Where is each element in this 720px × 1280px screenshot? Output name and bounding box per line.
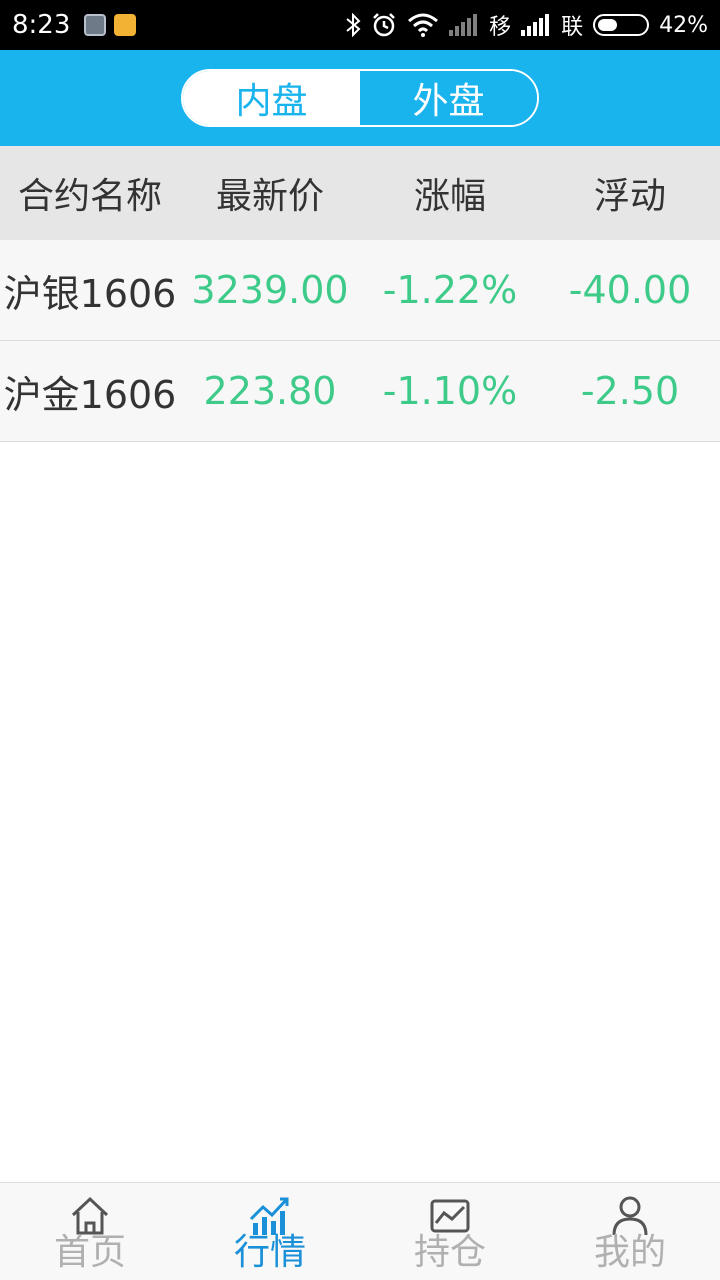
wifi-icon bbox=[408, 13, 439, 37]
column-header-float: 浮动 bbox=[593, 176, 666, 217]
latest-price: 3239.00 bbox=[191, 268, 349, 312]
nav-market[interactable]: 行情 bbox=[180, 1183, 360, 1280]
column-header-change: 涨幅 bbox=[413, 176, 486, 217]
table-row[interactable]: 沪金1606 223.80 -1.10% -2.50 bbox=[0, 341, 720, 442]
nav-positions[interactable]: 持仓 bbox=[360, 1183, 540, 1280]
notification-app-icon bbox=[84, 14, 107, 36]
column-header-name: 合约名称 bbox=[17, 176, 162, 217]
contract-name: 沪金1606 bbox=[3, 372, 177, 417]
contract-name: 沪银1606 bbox=[3, 271, 177, 316]
change-percent: -1.22% bbox=[382, 268, 518, 312]
nav-profile-label: 我的 bbox=[593, 1232, 666, 1273]
status-time: 8:23 bbox=[12, 10, 71, 40]
notification-game-icon bbox=[114, 14, 137, 36]
nav-home[interactable]: 首页 bbox=[0, 1183, 180, 1280]
signal-icon bbox=[449, 14, 479, 36]
table-row[interactable]: 沪银1606 3239.00 -1.22% -40.00 bbox=[0, 240, 720, 341]
nav-market-label: 行情 bbox=[233, 1232, 306, 1273]
nav-positions-label: 持仓 bbox=[413, 1232, 486, 1273]
battery-icon bbox=[593, 14, 650, 36]
change-percent: -1.10% bbox=[382, 369, 518, 413]
bottom-nav: 首页 行情 持仓 我的 bbox=[0, 1182, 720, 1280]
table-header: 合约名称 最新价 涨幅 浮动 bbox=[0, 146, 720, 240]
battery-fill bbox=[598, 19, 618, 31]
alarm-icon bbox=[373, 13, 395, 37]
column-header-price: 最新价 bbox=[215, 176, 324, 217]
battery-percent: 42% bbox=[659, 12, 708, 38]
tab-domestic[interactable]: 内盘 bbox=[183, 71, 360, 125]
tab-foreign[interactable]: 外盘 bbox=[360, 71, 537, 125]
carrier-1: 移 bbox=[489, 15, 512, 40]
float-value: -40.00 bbox=[568, 268, 692, 312]
carrier-2: 联 bbox=[561, 15, 584, 40]
latest-price: 223.80 bbox=[203, 369, 337, 413]
nav-profile[interactable]: 我的 bbox=[540, 1183, 720, 1280]
header: 内盘 外盘 bbox=[0, 50, 720, 146]
signal-icon bbox=[521, 14, 551, 36]
status-bar: 8:23 移 联 42% bbox=[0, 0, 720, 50]
float-value: -2.50 bbox=[580, 369, 680, 413]
nav-home-label: 首页 bbox=[53, 1232, 126, 1273]
bluetooth-icon bbox=[346, 13, 361, 37]
quote-list: 沪银1606 3239.00 -1.22% -40.00 沪金1606 223.… bbox=[0, 240, 720, 442]
market-segment-control: 内盘 外盘 bbox=[181, 69, 539, 127]
